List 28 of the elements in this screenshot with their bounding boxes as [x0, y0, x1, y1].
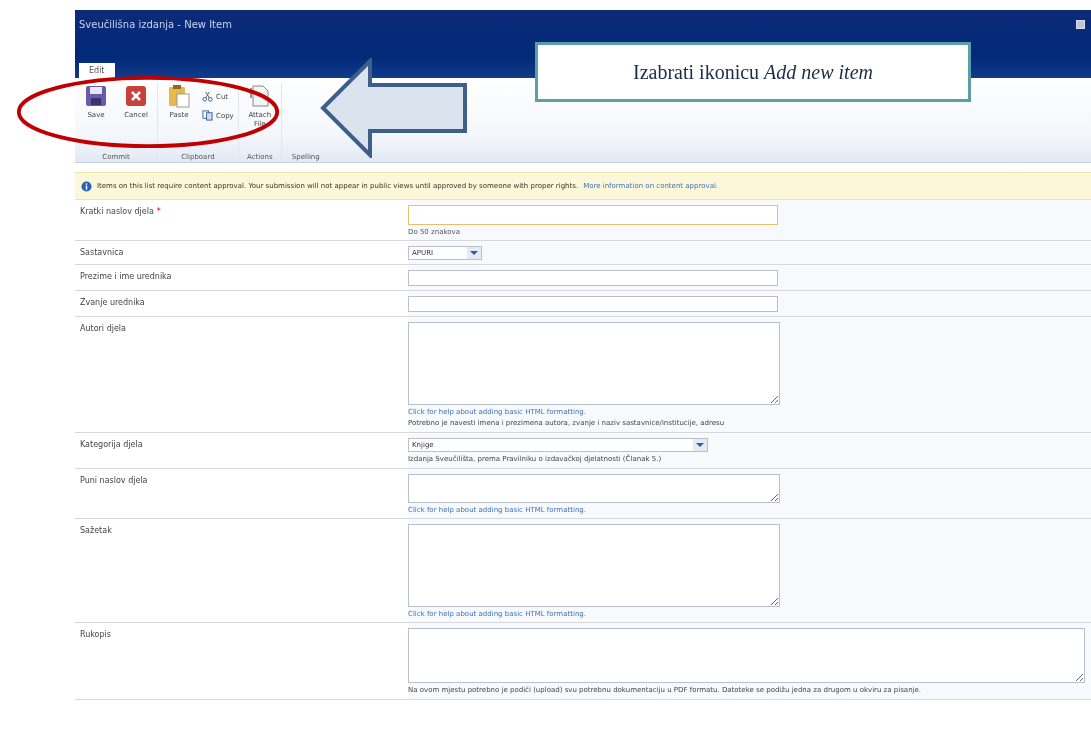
field-label: Zvanje urednika — [80, 298, 145, 307]
text-field[interactable] — [408, 296, 778, 312]
window-title: Sveučilišna izdanja - New Item — [79, 18, 232, 30]
field-label: Kategorija djela — [80, 440, 143, 449]
text-area[interactable] — [408, 524, 780, 607]
text-area[interactable] — [408, 322, 780, 405]
text-field[interactable] — [408, 205, 778, 225]
text-field[interactable] — [408, 270, 778, 286]
caret-icon — [470, 250, 478, 256]
field-label: Kratki naslov djela — [80, 207, 154, 216]
clipboard-icon — [167, 84, 191, 108]
field-label: Sažetak — [80, 526, 112, 535]
maximize-icon[interactable] — [1076, 19, 1085, 29]
field-label: Rukopis — [80, 630, 111, 639]
ribbon-tab[interactable]: Edit — [79, 63, 115, 78]
field-label: Autori djela — [80, 324, 126, 333]
copy-icon — [202, 110, 213, 121]
cancel-icon — [124, 84, 148, 108]
required-mark: * — [156, 207, 161, 216]
field-label: Prezime i ime urednika — [80, 272, 172, 281]
scissors-icon — [202, 91, 213, 102]
field-label: Sastavnica — [80, 248, 124, 257]
info-icon — [81, 180, 92, 192]
field-label: Puni naslov djela — [80, 476, 148, 485]
upload-area[interactable] — [408, 628, 1085, 683]
caret-icon — [696, 442, 704, 448]
callout-note: Izabrati ikonicu Add new item — [535, 42, 971, 102]
text-area[interactable] — [408, 474, 780, 503]
